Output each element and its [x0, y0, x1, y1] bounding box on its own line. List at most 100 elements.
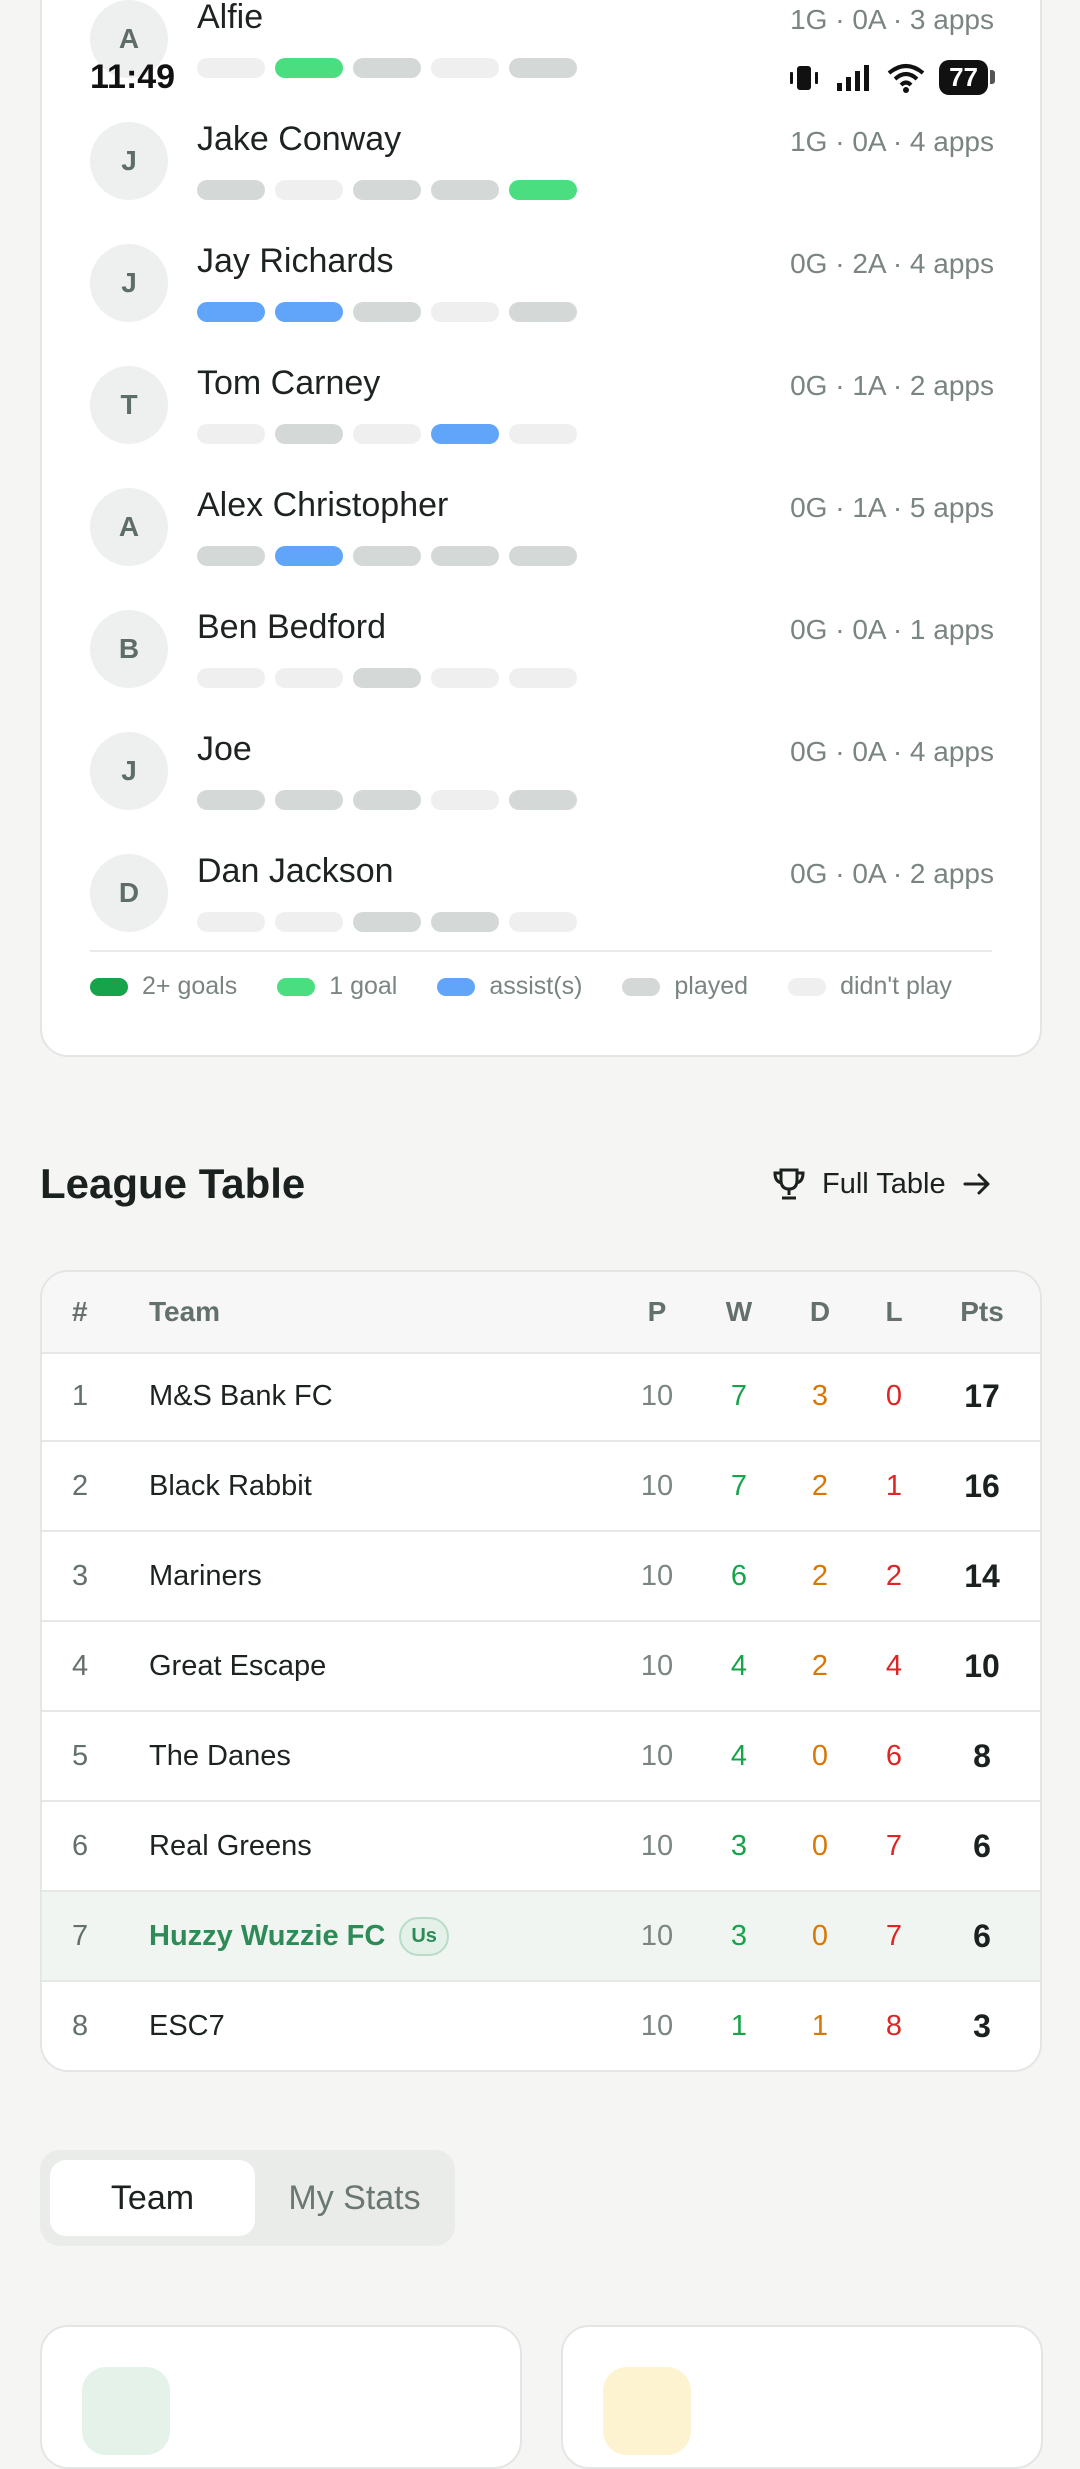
lost: 6	[885, 1739, 903, 1772]
avatar: J	[90, 244, 168, 322]
trophy-card-icon	[603, 2367, 691, 2455]
team-card-icon	[82, 2367, 170, 2455]
legend-played: played	[622, 972, 748, 1001]
match-pill-played: played	[353, 302, 421, 322]
player-row[interactable]: D Dan Jackson 0G · 0A · 2 apps none none play…	[90, 852, 994, 976]
status-time: 11:49	[90, 58, 176, 96]
played: 10	[640, 1919, 674, 1952]
won: 6	[730, 1559, 748, 1592]
legend-swatch-two-goals	[90, 977, 128, 996]
my-stats-tab[interactable]: My Stats	[262, 2160, 447, 2236]
team-name: M&S Bank FC	[149, 1379, 333, 1412]
full-table-link[interactable]: Full Table	[770, 1165, 994, 1203]
match-history: played played played none played	[197, 790, 577, 810]
match-pill-one: one	[509, 180, 577, 200]
match-pill-played: played	[353, 180, 421, 200]
league-table: # Team P W D L Pts 1 M&S Bank FC 10 7 3 0 17 2 B…	[40, 1270, 1042, 2072]
player-row[interactable]: JJake Conway1G · 0A · 4 appsplayednonepl…	[90, 120, 994, 244]
player-name: Dan Jackson	[197, 852, 394, 890]
lost: 2	[885, 1559, 903, 1592]
player-stats: 0G · 0A · 2 apps	[790, 858, 994, 889]
match-pill-played: played	[431, 180, 499, 200]
header-points: Pts	[960, 1296, 1004, 1327]
match-pill-played: played	[509, 302, 577, 322]
player-name: Alfie	[197, 0, 264, 36]
points: 6	[973, 1827, 991, 1864]
drawn: 0	[811, 1829, 829, 1862]
player-stats: 1G · 0A · 4 apps	[790, 126, 994, 157]
table-row-our-team[interactable]: 7 Huzzy Wuzzie FC Us 10 3 0 7 6	[42, 1892, 1040, 1982]
match-pill-none: none	[509, 424, 577, 444]
player-stats: 0G · 0A · 1 apps	[790, 614, 994, 645]
match-pill-none: none	[275, 668, 343, 688]
team-cell: Black Rabbit	[149, 1442, 312, 1530]
team-summary-card[interactable]	[40, 2325, 522, 2469]
table-row[interactable]: 3 Mariners 10 6 2 2 14	[42, 1532, 1040, 1622]
player-row[interactable]: JJay Richards0G · 2A · 4 appsassistassis…	[90, 242, 994, 366]
match-history: none none played none none	[197, 668, 577, 688]
player-row[interactable]: AAlex Christopher0G · 1A · 5 appsplayeda…	[90, 486, 994, 610]
header-played: P	[647, 1296, 667, 1327]
legend-swatch-assists	[437, 977, 476, 996]
match-pill-assist: assist	[275, 546, 343, 566]
lost: 4	[885, 1649, 903, 1682]
played: 10	[640, 2009, 674, 2042]
match-pill-none: none	[509, 912, 577, 932]
player-row[interactable]: B Ben Bedford 0G · 0A · 1 apps none none play…	[90, 608, 994, 732]
match-pill-played: played	[509, 58, 577, 78]
legend-swatch-didnt-play	[788, 977, 827, 996]
match-history: played none played played one	[197, 180, 577, 200]
match-pill-one: one	[275, 58, 343, 78]
player-name: Joe	[197, 730, 252, 768]
trophy-summary-card[interactable]	[561, 2325, 1043, 2469]
team-name: The Danes	[149, 1739, 291, 1772]
player-stats: 0G · 2A · 4 apps	[790, 248, 994, 279]
table-row[interactable]: 5 The Danes 10 4 0 6 8	[42, 1712, 1040, 1802]
player-row[interactable]: TTom Carney0G · 1A · 2 appsnoneplayednon…	[90, 364, 994, 488]
battery-indicator: 77	[939, 60, 995, 95]
avatar: A	[90, 488, 168, 566]
match-pill-played: played	[509, 546, 577, 566]
table-row[interactable]: 8 ESC7 10 1 1 8 3	[42, 1982, 1040, 2070]
match-pill-none: none	[197, 424, 265, 444]
vibrate-icon	[790, 65, 819, 90]
points: 3	[973, 2007, 991, 2044]
team-name: ESC7	[149, 2009, 225, 2042]
legend-assists: assist(s)	[437, 972, 582, 1001]
match-pill-played: played	[431, 912, 499, 932]
match-pill-played: played	[353, 58, 421, 78]
team-name: Great Escape	[149, 1649, 327, 1682]
table-row[interactable]: 1 M&S Bank FC 10 7 3 0 17	[42, 1352, 1040, 1442]
team-name: Mariners	[149, 1559, 262, 1592]
player-row[interactable]: J Joe 0G · 0A · 4 apps played played played no…	[90, 730, 994, 854]
match-pill-none: none	[431, 302, 499, 322]
won: 4	[730, 1739, 748, 1772]
position: 7	[72, 1919, 89, 1952]
team-tab[interactable]: Team	[50, 2160, 255, 2236]
arrow-right-icon	[963, 1173, 990, 1195]
header-position: #	[72, 1296, 88, 1327]
position: 3	[72, 1559, 89, 1592]
match-history: none none played played none	[197, 912, 577, 932]
us-badge: Us	[399, 1916, 449, 1956]
player-contributions-card: AAlfie1G · 0A · 3 appsnoneoneplayednonep…	[40, 0, 1042, 1057]
position: 6	[72, 1829, 89, 1862]
header-lost: L	[885, 1296, 903, 1327]
drawn: 2	[811, 1649, 829, 1682]
table-row[interactable]: 4 Great Escape 10 4 2 4 10	[42, 1622, 1040, 1712]
team-name: Real Greens	[149, 1829, 312, 1862]
player-stats: 0G · 1A · 5 apps	[790, 492, 994, 523]
avatar: D	[90, 854, 168, 932]
match-pill-played: played	[275, 790, 343, 810]
header-drawn: D	[809, 1296, 831, 1327]
match-pill-played: played	[353, 546, 421, 566]
points: 10	[964, 1647, 1000, 1684]
match-pill-played: played	[353, 912, 421, 932]
drawn: 2	[811, 1559, 829, 1592]
table-row[interactable]: 2 Black Rabbit 10 7 2 1 16	[42, 1442, 1040, 1532]
drawn: 0	[811, 1919, 829, 1952]
table-row[interactable]: 6 Real Greens 10 3 0 7 6	[42, 1802, 1040, 1892]
won: 7	[730, 1469, 748, 1502]
team-cell: The Danes	[149, 1712, 291, 1800]
won: 4	[730, 1649, 748, 1682]
